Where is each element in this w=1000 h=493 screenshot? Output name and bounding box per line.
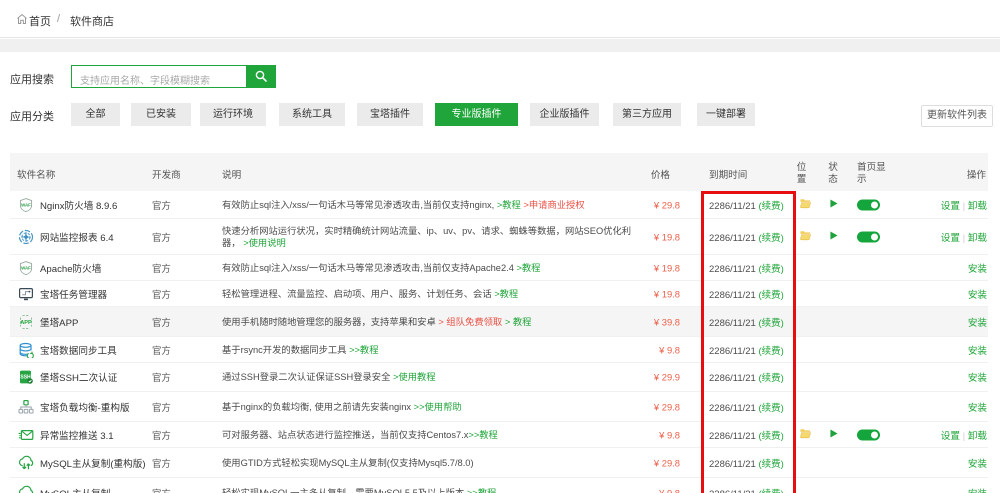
svg-text:WAF: WAF	[21, 265, 31, 270]
svg-text:APP: APP	[20, 320, 32, 326]
svg-text:WAF: WAF	[21, 202, 31, 207]
